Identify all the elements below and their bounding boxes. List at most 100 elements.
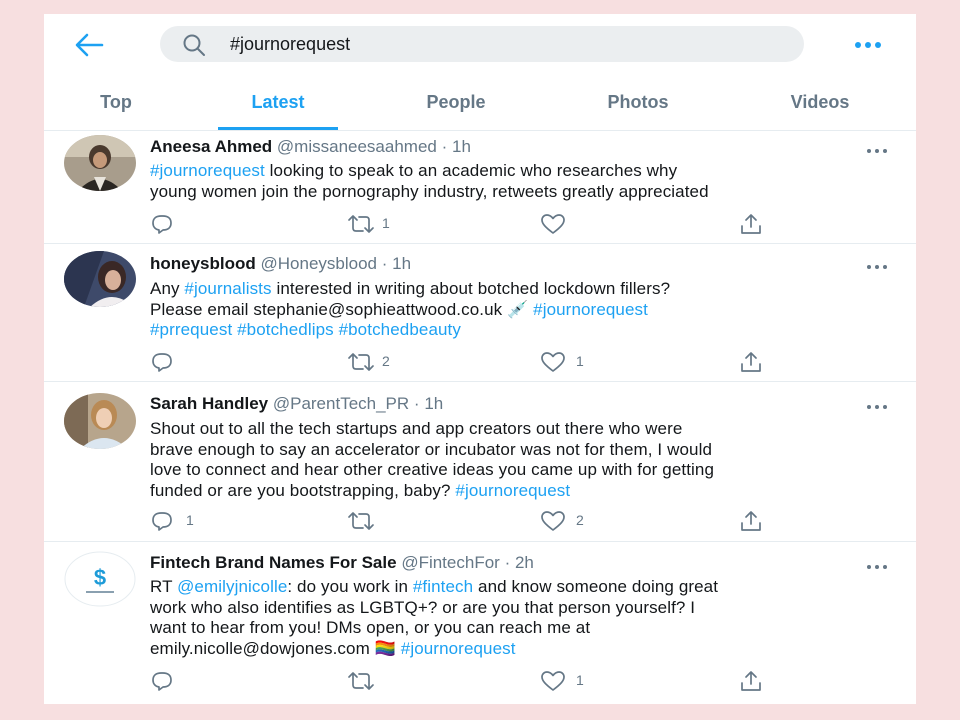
retweet-icon [348,512,374,530]
hashtag-link[interactable]: #journorequest [150,161,265,180]
tweet-line: brave enough to say an accelerator or in… [150,440,898,461]
hashtag-link[interactable]: #journorequest [401,639,516,658]
tweet-more-icon[interactable] [864,144,892,158]
retweet-count: 1 [382,215,390,231]
tweet-text-segment: funded or are you bootstrapping, baby? [150,480,456,500]
author-handle[interactable]: @missaneesaahmed [277,137,437,156]
app-frame: #journorequest Top Latest People Photos … [44,14,916,704]
mention-link[interactable]: @emilyjnicolle [177,577,287,596]
hashtag-link[interactable]: #journorequest [455,481,570,500]
tweet-time[interactable]: 1h [424,394,443,413]
author-name[interactable]: Aneesa Ahmed [150,137,272,156]
tweet-text: Shout out to all the tech startups and a… [150,419,898,501]
tweet-text-segment: Any [150,279,185,298]
reply-count: 1 [186,512,194,528]
tweet-text: Any #journalists interested in writing a… [150,279,898,341]
like-count: 2 [576,512,584,528]
tweet-time[interactable]: 1h [452,137,471,156]
search-query[interactable]: #journorequest [230,34,350,55]
tweet-text-segment: interested in writing about botched lock… [271,279,671,298]
tweet-text-segment: : do you work in [287,577,413,596]
tweet-line: Please email stephanie@sophieattwood.co.… [150,300,898,321]
tab-label: Top [100,92,132,112]
tweet-text-segment: Please email stephanie@sophieattwood.co.… [150,299,534,319]
author-name[interactable]: Sarah Handley [150,394,268,413]
tab-label: Photos [607,92,669,112]
hashtag-link[interactable]: #prrequest #botchedlips #botchedbeauty [150,320,461,339]
tab-label: Latest [251,92,305,112]
tweet-line: Any #journalists interested in writing a… [150,279,898,300]
retweet-count: 2 [382,353,390,369]
tweet[interactable]: $ Fintech Brand Names For Sale @FintechF… [44,541,916,704]
separator-dot: · [504,553,511,572]
tweet-text-segment: RT [150,577,178,596]
tweet-text-segment: work who also identifies as LGBTQ+? or a… [150,597,696,617]
search-tabs: Top Latest People Photos Videos [44,84,916,131]
tab-videos[interactable]: Videos [760,92,880,130]
author-name[interactable]: Fintech Brand Names For Sale [150,553,397,572]
tweet-text-segment: brave enough to say an accelerator or in… [150,439,712,459]
share-icon [741,352,761,372]
tweet-header: Sarah Handley @ParentTech_PR · 1h [150,394,443,414]
hashtag-link[interactable]: #fintech [413,577,473,596]
tab-people[interactable]: People [396,92,516,130]
tweet-line: RT @emilyjnicolle: do you work in #finte… [150,577,898,598]
tweet-more-icon[interactable] [864,560,892,574]
author-name[interactable]: honeysblood [150,254,256,273]
tweet-more-icon[interactable] [864,260,892,274]
more-options-icon[interactable] [850,34,890,56]
share-icon [741,511,761,531]
back-arrow-icon[interactable] [72,30,106,60]
avatar[interactable] [64,251,136,307]
tweet-text-segment: looking to speak to an academic who rese… [264,161,678,180]
tab-top[interactable]: Top [74,92,158,130]
tweet-line: #journorequest looking to speak to an ac… [150,161,898,182]
tweet-text: #journorequest looking to speak to an ac… [150,161,898,202]
svg-text:$: $ [94,565,106,590]
tweet[interactable]: Sarah Handley @ParentTech_PR · 1h Shout … [44,381,916,542]
avatar[interactable]: $ [64,551,136,607]
tweet-text: RT @emilyjnicolle: do you work in #finte… [150,577,898,659]
tweet-header: Fintech Brand Names For Sale @FintechFor… [150,553,534,573]
tweet-actions: 1 [150,669,770,693]
tab-latest[interactable]: Latest [218,92,338,130]
tab-photos[interactable]: Photos [578,92,698,130]
reply-icon [152,353,172,372]
avatar[interactable] [64,135,136,191]
tweet-line: work who also identifies as LGBTQ+? or a… [150,598,898,619]
avatar[interactable] [64,393,136,449]
reply-icon [152,512,172,531]
author-handle[interactable]: @Honeysblood [261,254,378,273]
share-icon [741,214,761,234]
tweet-text-segment: emily.nicolle@dowjones.com 🏳️‍🌈 [150,638,401,658]
tweet-header: Aneesa Ahmed @missaneesaahmed · 1h [150,137,471,157]
tweet-line: #prrequest #botchedlips #botchedbeauty [150,320,898,341]
tweet-time[interactable]: 1h [392,254,411,273]
separator-dot: · [441,137,448,156]
tweet[interactable]: honeysblood @Honeysblood · 1h Any #journ… [44,243,916,382]
tweet-line: want to hear from you! DMs open, or you … [150,618,898,639]
tweet-actions: 1 2 [150,509,770,533]
tweet-text-segment: want to hear from you! DMs open, or you … [150,618,591,638]
tweet-line: Shout out to all the tech startups and a… [150,419,898,440]
tab-label: Videos [790,92,850,112]
author-handle[interactable]: @FintechFor [401,553,500,572]
tweet-actions: 2 1 [150,350,770,374]
tweet[interactable]: Aneesa Ahmed @missaneesaahmed · 1h #jour… [44,131,916,244]
tweet-text-segment: Shout out to all the tech startups and a… [150,419,683,438]
tweet-line: young women join the pornography industr… [150,182,898,203]
tweet-more-icon[interactable] [864,400,892,414]
share-icon [741,671,761,691]
hashtag-link[interactable]: #journalists [184,279,271,298]
tweet-text-segment: and know someone doing great [473,577,719,596]
tweet-time[interactable]: 2h [515,553,534,572]
heart-icon [541,511,565,531]
separator-dot: · [413,394,420,413]
retweet-icon [348,215,374,233]
heart-icon [541,352,565,372]
reply-icon [152,215,172,234]
top-bar: #journorequest [44,14,916,76]
hashtag-link[interactable]: #journorequest [533,300,648,319]
search-bar[interactable]: #journorequest [160,26,804,62]
author-handle[interactable]: @ParentTech_PR [273,394,409,413]
